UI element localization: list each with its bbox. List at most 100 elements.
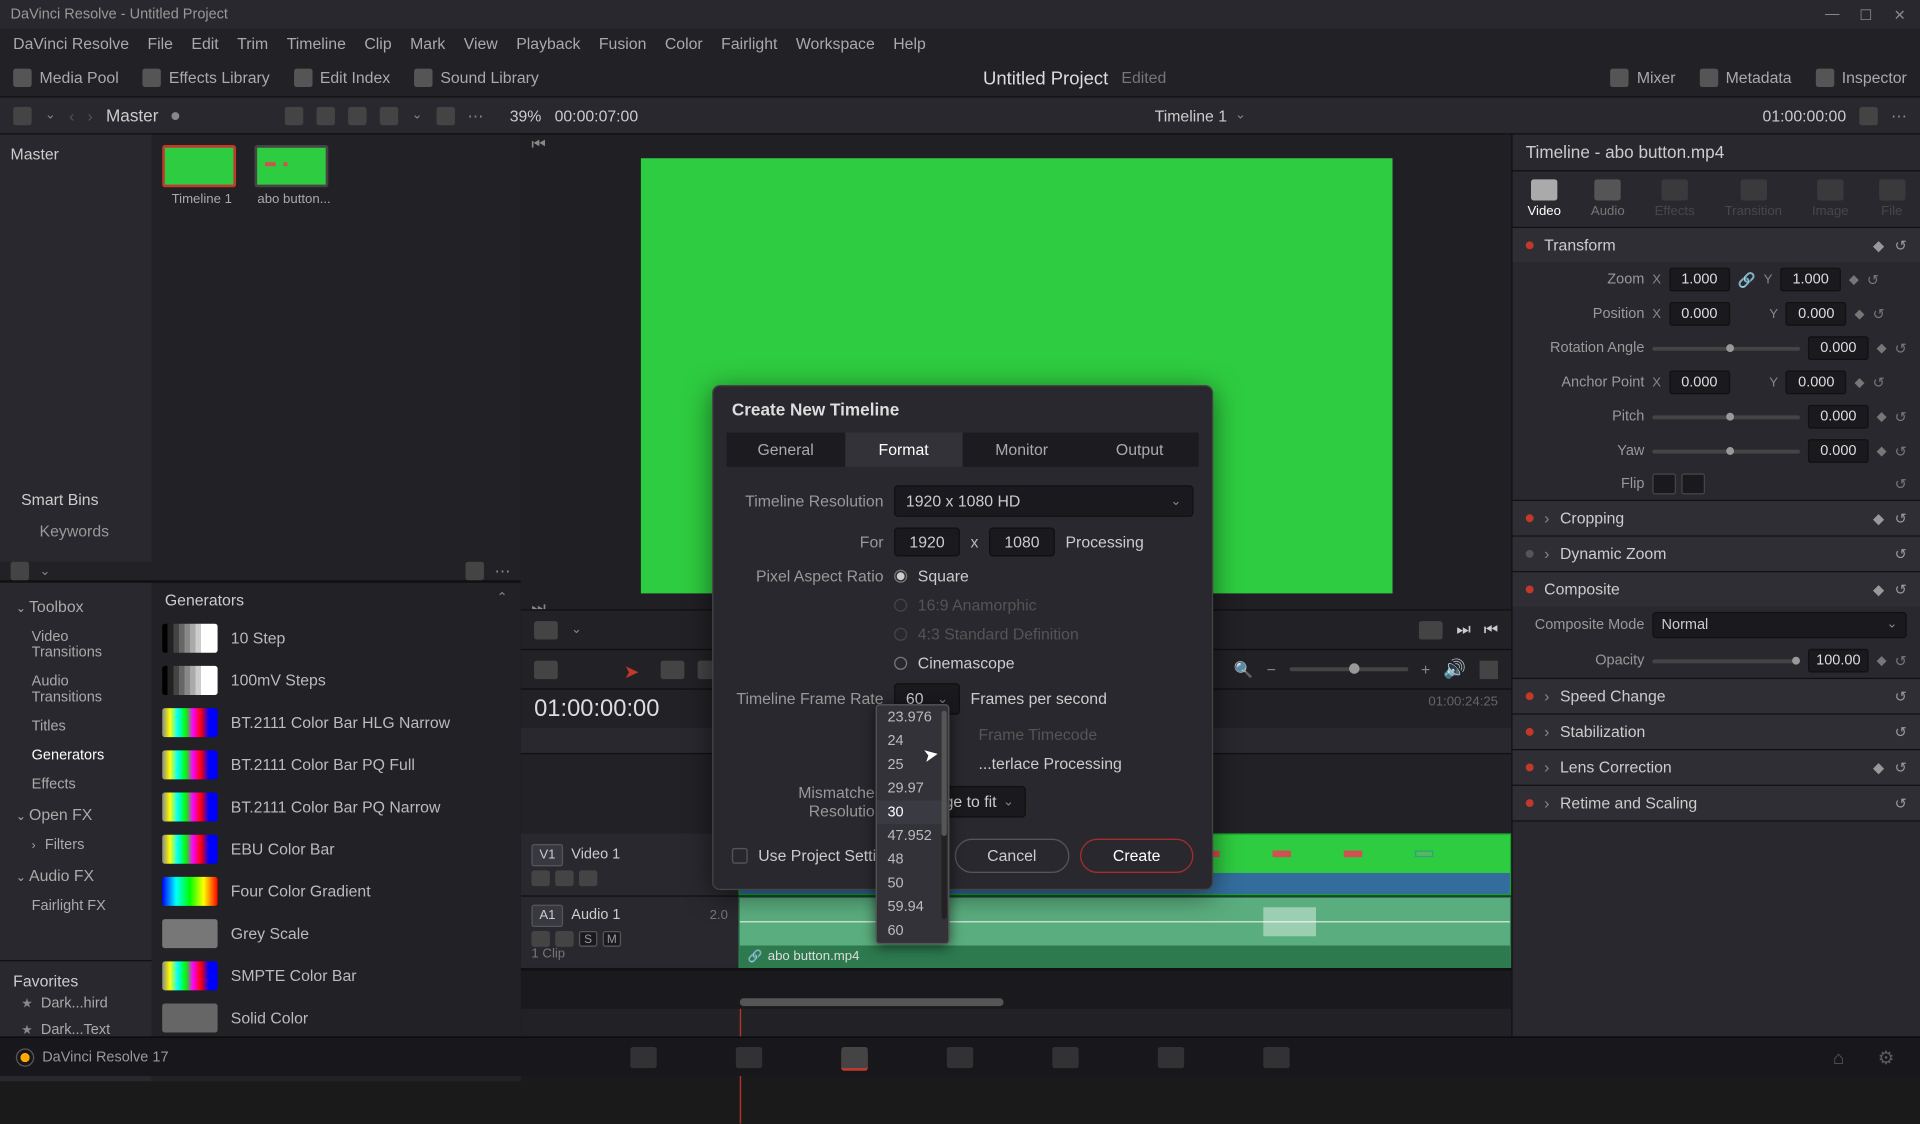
create-button[interactable]: Create <box>1080 839 1193 873</box>
chevron-down-icon[interactable]: ⌄ <box>40 564 51 579</box>
audio-track-header[interactable]: A1 Audio 1 2.0 S M 1 Clip <box>521 897 739 968</box>
par-radio-cinemascope[interactable] <box>894 657 907 670</box>
page-edit-icon[interactable] <box>841 1046 867 1067</box>
dropdown-option[interactable]: 47.952 <box>877 824 948 848</box>
anchor-y-input[interactable]: 0.000 <box>1786 371 1847 395</box>
section-transform[interactable]: Transform◆↺ <box>1513 228 1920 262</box>
timeline-timecode[interactable]: 01:00:00:00 <box>521 690 673 728</box>
timeline-scrollbar[interactable] <box>740 998 1004 1006</box>
inspector-tab-audio[interactable]: Audio <box>1591 179 1625 219</box>
maximize-icon[interactable]: ☐ <box>1859 7 1875 23</box>
section-stabilization[interactable]: ›Stabilization↺ <box>1513 715 1920 749</box>
inspector-tab-image[interactable]: Image <box>1812 179 1849 219</box>
dropdown-option[interactable]: 30 <box>877 800 948 824</box>
nav-video-transitions[interactable]: Video Transitions <box>0 622 152 667</box>
pitch-input[interactable]: 0.000 <box>1808 405 1869 429</box>
bin-list-icon[interactable] <box>13 106 31 124</box>
clip-thumbnail[interactable]: abo button... <box>255 145 334 207</box>
mute-icon[interactable]: M <box>603 930 621 946</box>
flip-h-button[interactable] <box>1652 473 1676 494</box>
opacity-slider[interactable] <box>1652 659 1800 663</box>
dropdown-option[interactable]: 48 <box>877 848 948 872</box>
generator-item[interactable]: BT.2111 Color Bar HLG Narrow <box>152 702 521 744</box>
search-icon[interactable] <box>465 562 483 580</box>
chevron-down-icon[interactable]: ⌄ <box>45 108 56 123</box>
menu-mark[interactable]: Mark <box>410 34 445 52</box>
resolution-select[interactable]: 1920 x 1080 HD⌄ <box>894 485 1193 517</box>
grid-icon[interactable] <box>317 106 335 124</box>
bin-icon[interactable] <box>11 562 29 580</box>
mixer-toggle[interactable]: Mixer <box>1610 68 1675 86</box>
dropdown-option[interactable]: 50 <box>877 872 948 896</box>
yaw-slider[interactable] <box>1652 449 1800 453</box>
section-speed[interactable]: ›Speed Change↺ <box>1513 679 1920 713</box>
keywords-bin[interactable]: Keywords <box>21 522 130 540</box>
sort-icon[interactable] <box>436 106 454 124</box>
timeline-name[interactable]: Timeline 1 <box>1155 106 1227 124</box>
selection-tool-icon[interactable] <box>534 660 558 678</box>
inspector-toggle[interactable]: Inspector <box>1815 68 1906 86</box>
sound-library-toggle[interactable]: Sound Library <box>414 68 539 86</box>
clip-thumbnail[interactable]: Timeline 1 <box>162 145 241 207</box>
composite-mode-select[interactable]: Normal⌄ <box>1652 612 1907 638</box>
bin-breadcrumb[interactable]: Master <box>106 105 158 125</box>
dialog-tab-monitor[interactable]: Monitor <box>963 433 1081 467</box>
menu-help[interactable]: Help <box>893 34 926 52</box>
dropdown-option[interactable]: 60 <box>877 919 948 943</box>
section-lens[interactable]: ›Lens Correction◆↺ <box>1513 750 1920 784</box>
collapse-icon[interactable]: ⌃ <box>497 591 508 609</box>
menu-playback[interactable]: Playback <box>516 34 580 52</box>
lock-icon[interactable] <box>531 930 549 946</box>
par-radio-anamorphic[interactable] <box>894 599 907 612</box>
track-badge[interactable]: V1 <box>531 843 563 865</box>
rotation-input[interactable]: 0.000 <box>1808 336 1869 360</box>
zoom-percent[interactable]: 39% <box>510 106 542 124</box>
section-cropping[interactable]: ›Cropping◆↺ <box>1513 501 1920 535</box>
dropdown-option[interactable]: 23.976 <box>877 705 948 729</box>
generator-item[interactable]: BT.2111 Color Bar PQ Narrow <box>152 786 521 828</box>
first-frame-icon[interactable]: ⏮ <box>1484 620 1498 640</box>
arrow-tool-icon[interactable]: ➤ <box>624 660 648 678</box>
flip-v-button[interactable] <box>1681 473 1705 494</box>
page-fairlight-icon[interactable] <box>1158 1046 1184 1067</box>
menu-edit[interactable]: Edit <box>191 34 218 52</box>
customize-icon[interactable] <box>1480 660 1498 678</box>
page-color-icon[interactable] <box>1052 1046 1078 1067</box>
nav-audio-transitions[interactable]: Audio Transitions <box>0 667 152 712</box>
menu-trim[interactable]: Trim <box>237 34 268 52</box>
solo-icon[interactable]: S <box>579 930 597 946</box>
menu-clip[interactable]: Clip <box>364 34 391 52</box>
nav-openfx[interactable]: ⌄Open FX <box>0 799 152 831</box>
master-bin[interactable]: Master <box>11 145 142 163</box>
nav-titles[interactable]: Titles <box>0 712 152 741</box>
settings-icon[interactable]: ⚙ <box>1878 1046 1904 1067</box>
yaw-input[interactable]: 0.000 <box>1808 439 1869 463</box>
cancel-button[interactable]: Cancel <box>954 839 1069 873</box>
audio-clip[interactable]: 🔗abo button.mp4 <box>738 897 1511 968</box>
close-icon[interactable]: ✕ <box>1894 7 1910 23</box>
generator-item[interactable]: Solid Color <box>152 997 521 1039</box>
dropdown-option[interactable]: 24 <box>877 729 948 753</box>
section-dynamic-zoom[interactable]: ›Dynamic Zoom↺ <box>1513 537 1920 571</box>
generator-item[interactable]: Four Color Gradient <box>152 870 521 912</box>
dialog-tab-output[interactable]: Output <box>1081 433 1199 467</box>
rotation-slider[interactable] <box>1652 346 1800 350</box>
width-input[interactable]: 1920 <box>894 527 960 556</box>
menu-davinci[interactable]: DaVinci Resolve <box>13 34 129 52</box>
dropdown-scrollbar[interactable] <box>942 711 947 920</box>
section-retime[interactable]: ›Retime and Scaling↺ <box>1513 786 1920 820</box>
sync-icon[interactable] <box>1859 106 1877 124</box>
reset-icon[interactable]: ↺ <box>1895 237 1907 254</box>
dialog-tab-general[interactable]: General <box>727 433 845 467</box>
menu-workspace[interactable]: Workspace <box>796 34 875 52</box>
last-frame-icon[interactable]: ⏭ <box>1456 620 1470 640</box>
nav-effects[interactable]: Effects <box>0 770 152 799</box>
home-icon[interactable]: ⌂ <box>1833 1046 1859 1067</box>
nav-audiofx[interactable]: ⌄Audio FX <box>0 860 152 892</box>
inspector-tab-transition[interactable]: Transition <box>1725 179 1782 219</box>
disable-icon[interactable] <box>579 870 597 886</box>
metadata-toggle[interactable]: Metadata <box>1699 68 1791 86</box>
speaker-icon[interactable]: 🔊 <box>1443 658 1466 680</box>
lock-icon[interactable] <box>531 870 549 886</box>
menu-file[interactable]: File <box>147 34 173 52</box>
